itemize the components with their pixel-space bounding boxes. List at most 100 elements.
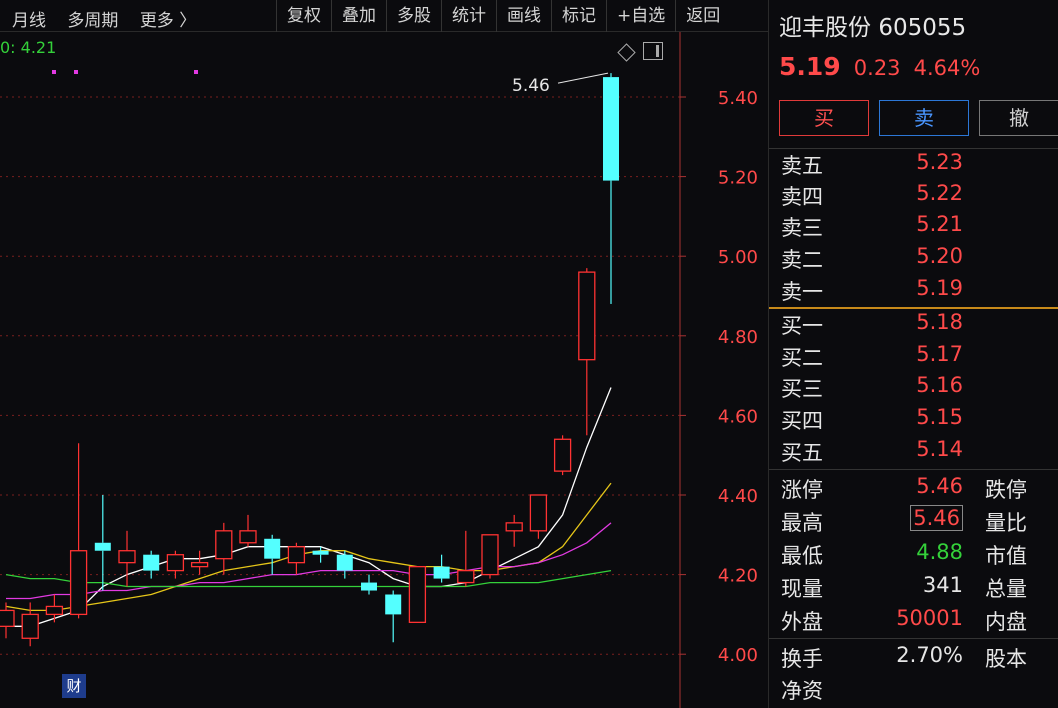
last-price: 5.19 [779,52,841,81]
y-tick-label: 4.40 [718,486,758,507]
stat-row: 现量 341 总量 [781,573,1027,601]
price-change-pct: 4.64% [913,56,981,80]
stat-value: 2.70% [896,643,963,667]
stock-title: 迎丰股份 605055 [779,8,966,42]
bid-row: 买一 5.18 [781,310,963,338]
ma-value-label: 0: 4.21 [0,38,57,57]
candle-body [578,271,596,361]
high-price-label: 5.46 [512,76,550,96]
candle-body [0,609,15,627]
y-tick-label: 4.20 [718,566,758,587]
candle-body [69,550,88,616]
ask-row: 卖三 5.21 [781,212,963,240]
y-tick-label: 5.40 [718,88,758,109]
buy-button[interactable]: 买 [779,100,869,136]
ma-line [6,522,612,600]
stat-value: 4.88 [916,540,963,564]
stat-row: 最高 5.46 量比 [781,505,1027,535]
candle-body [166,554,185,572]
cancel-order-button[interactable]: 撤 [979,100,1058,136]
diamond-icon[interactable] [617,43,636,62]
orderbook-divider [769,307,1058,309]
stat-row: 最低 4.88 市值 [781,540,1027,568]
candle-body [505,522,523,532]
high-pointer [557,72,609,84]
sell-button[interactable]: 卖 [879,100,969,136]
candle-body [529,494,548,532]
bid-row: 买五 5.14 [781,437,963,465]
candle-body [385,594,402,615]
bid-row: 买三 5.16 [781,373,963,401]
monthly-button[interactable]: 月线 [12,11,46,31]
bid-row: 买二 5.17 [781,342,963,370]
ask-row: 卖五 5.23 [781,150,963,178]
candle-body [21,613,39,639]
chart-controls [617,42,663,62]
panel-toggle-icon[interactable] [643,42,663,60]
multi-period-button[interactable]: 多周期 [67,11,118,31]
statistics-button[interactable]: 统计 [441,0,496,32]
adjust-button[interactable]: 复权 [276,0,331,32]
candle-body [239,530,257,544]
candle-body [481,534,499,576]
period-menu: 月线 多周期 更多 〉 [12,6,212,31]
back-button[interactable]: 返回 [675,0,730,32]
candle-body [118,550,136,564]
stat-value: 50001 [896,606,963,630]
stat-value: 5.46 [910,505,963,531]
ask-row: 卖一 5.19 [781,276,963,304]
y-tick-label: 5.00 [718,247,758,268]
multi-stock-button[interactable]: 多股 [386,0,441,32]
signal-dot [52,70,56,74]
financial-report-badge[interactable]: 财 [62,674,86,698]
candle-body [94,542,111,551]
candle-body [264,538,281,559]
signal-dot [194,70,198,74]
trade-buttons: 买 卖 撤 [779,100,1058,136]
price-line: 5.19 0.23 4.64% [779,52,980,81]
candle-body [336,554,353,571]
ask-row: 卖二 5.20 [781,244,963,272]
candle-body [190,562,209,568]
stock-code: 605055 [878,15,967,41]
add-watchlist-button[interactable]: +自选 [606,0,675,32]
y-tick-label: 5.20 [718,168,758,189]
y-tick-label: 4.60 [718,406,758,427]
draw-line-button[interactable]: 画线 [496,0,551,32]
candle-body [408,565,427,624]
signal-dot [74,70,78,74]
candle-body [215,530,233,560]
candle-body [553,438,572,472]
candle-body [361,582,377,591]
candle-body [143,554,160,571]
stat-row: 外盘 50001 内盘 [781,606,1027,634]
candle-body [312,550,329,555]
tool-buttons: 复权 叠加 多股 统计 画线 标记 +自选 返回 [276,0,730,32]
candle-body [45,605,64,616]
candle-body [603,77,619,181]
y-tick-label: 4.80 [718,327,758,348]
price-change: 0.23 [853,56,901,80]
divider [769,638,1058,639]
candle-body [433,566,450,579]
stock-name: 迎丰股份 [779,15,871,41]
divider [769,469,1058,470]
candle-body [457,569,475,584]
stat-row: 换手 2.70% 股本 [781,643,1027,671]
kline-chart-area[interactable]: 5.40 5.20 5.00 4.80 4.60 4.40 4.20 4.00 5.46 0: … [0,32,768,708]
chart-toolbar: 月线 多周期 更多 〉 复权 叠加 多股 统计 画线 标记 +自选 返回 [0,0,768,32]
quote-panel: 迎丰股份 605055 5.19 0.23 4.64% 买 卖 撤 卖五 5.23… [768,0,1058,708]
ask-row: 卖四 5.22 [781,181,963,209]
y-tick-label: 4.00 [718,645,758,666]
kline-chart[interactable]: 5.40 5.20 5.00 4.80 4.60 4.40 4.20 4.00 5.46 [0,32,768,708]
stat-value: 341 [922,573,963,597]
bid-row: 买四 5.15 [781,405,963,433]
stat-row: 净资 [781,679,823,703]
stat-value: 5.46 [916,474,963,498]
ma-line [6,387,612,627]
mark-button[interactable]: 标记 [551,0,606,32]
overlay-button[interactable]: 叠加 [331,0,386,32]
more-button[interactable]: 更多 〉 [140,11,196,31]
stat-row: 涨停 5.46 跌停 [781,474,1027,502]
divider [769,148,1058,149]
